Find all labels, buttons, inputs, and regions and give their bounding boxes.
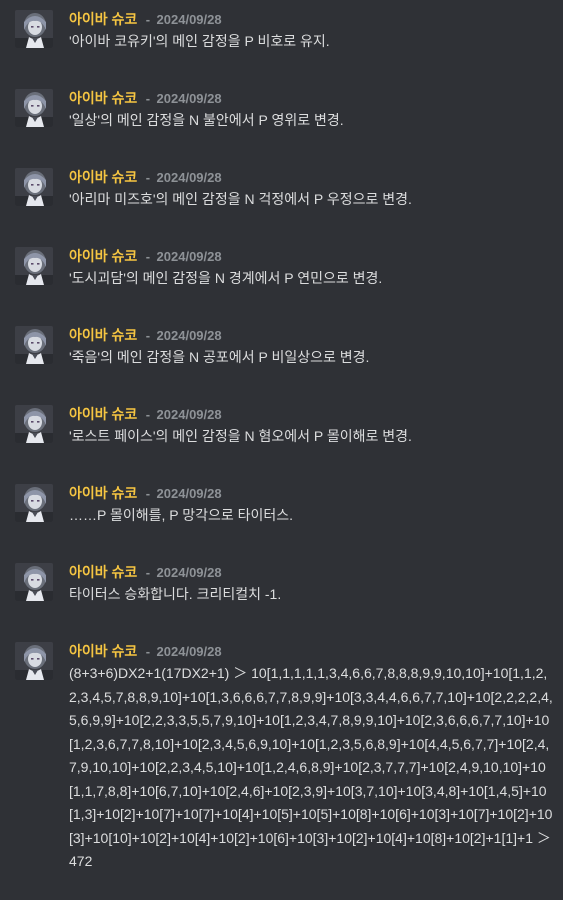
header-separator: -: [145, 565, 151, 580]
header-separator: -: [145, 486, 151, 501]
message-content: '아이바 코유키'의 메인 감정을 P 비호로 유지.: [69, 33, 330, 49]
message-timestamp: 2024/09/28: [156, 644, 222, 659]
message-content: 타이터스 승화합니다. 크리티컬치 -1.: [69, 586, 282, 602]
header-separator: -: [145, 328, 151, 343]
author-name[interactable]: 아이바 슈코: [69, 327, 137, 343]
chat-message: 아이바 슈코 - 2024/09/28 (8+3+6)DX2+1(17DX2+1…: [0, 640, 563, 874]
chat-message: 아이바 슈코 - 2024/09/28 '아이바 코유키'의 메인 감정을 P …: [0, 8, 563, 87]
chat-message: 아이바 슈코 - 2024/09/28 '죽음'의 메인 감정을 N 공포에서 …: [0, 324, 563, 403]
message-content: '도시괴담'의 메인 감정을 N 경계에서 P 연민으로 변경.: [69, 270, 383, 286]
message-header: 아이바 슈코 - 2024/09/28: [69, 87, 555, 109]
chat-message: 아이바 슈코 - 2024/09/28 ……P 몰이해를, P 망각으로 타이터…: [0, 482, 563, 561]
character-portrait-icon[interactable]: [15, 168, 53, 206]
author-name[interactable]: 아이바 슈코: [69, 643, 137, 659]
character-portrait-icon[interactable]: [15, 89, 53, 127]
chat-message: 아이바 슈코 - 2024/09/28 타이터스 승화합니다. 크리티컬치 -1…: [0, 561, 563, 640]
message-timestamp: 2024/09/28: [156, 565, 222, 580]
message-timestamp: 2024/09/28: [156, 486, 222, 501]
author-name[interactable]: 아이바 슈코: [69, 90, 137, 106]
character-portrait-icon[interactable]: [15, 563, 53, 601]
chat-message: 아이바 슈코 - 2024/09/28 '일상'의 메인 감정을 N 불안에서 …: [0, 87, 563, 166]
message-content: ……P 몰이해를, P 망각으로 타이터스.: [69, 507, 294, 523]
message-header: 아이바 슈코 - 2024/09/28: [69, 8, 555, 30]
header-separator: -: [145, 91, 151, 106]
message-content: '로스트 페이스'의 메인 감정을 N 혐오에서 P 몰이해로 변경.: [69, 428, 412, 444]
character-portrait-icon[interactable]: [15, 484, 53, 522]
message-header: 아이바 슈코 - 2024/09/28: [69, 640, 555, 662]
chat-message: 아이바 슈코 - 2024/09/28 '로스트 페이스'의 메인 감정을 N …: [0, 403, 563, 482]
header-separator: -: [145, 644, 151, 659]
author-name[interactable]: 아이바 슈코: [69, 564, 137, 580]
chat-log: 아이바 슈코 - 2024/09/28 '아이바 코유키'의 메인 감정을 P …: [0, 0, 563, 900]
character-portrait-icon[interactable]: [15, 10, 53, 48]
header-separator: -: [145, 249, 151, 264]
author-name[interactable]: 아이바 슈코: [69, 11, 137, 27]
message-header: 아이바 슈코 - 2024/09/28: [69, 561, 555, 583]
message-timestamp: 2024/09/28: [156, 170, 222, 185]
message-timestamp: 2024/09/28: [156, 328, 222, 343]
message-content: '죽음'의 메인 감정을 N 공포에서 P 비일상으로 변경.: [69, 349, 370, 365]
author-name[interactable]: 아이바 슈코: [69, 406, 137, 422]
author-name[interactable]: 아이바 슈코: [69, 169, 137, 185]
message-timestamp: 2024/09/28: [156, 407, 222, 422]
message-timestamp: 2024/09/28: [156, 91, 222, 106]
header-separator: -: [145, 170, 151, 185]
message-header: 아이바 슈코 - 2024/09/28: [69, 324, 555, 346]
header-separator: -: [145, 12, 151, 27]
message-content: '일상'의 메인 감정을 N 불안에서 P 영위로 변경.: [69, 112, 344, 128]
message-timestamp: 2024/09/28: [156, 12, 222, 27]
character-portrait-icon[interactable]: [15, 247, 53, 285]
character-portrait-icon[interactable]: [15, 326, 53, 364]
header-separator: -: [145, 407, 151, 422]
message-header: 아이바 슈코 - 2024/09/28: [69, 166, 555, 188]
author-name[interactable]: 아이바 슈코: [69, 248, 137, 264]
message-header: 아이바 슈코 - 2024/09/28: [69, 482, 555, 504]
message-header: 아이바 슈코 - 2024/09/28: [69, 403, 555, 425]
character-portrait-icon[interactable]: [15, 405, 53, 443]
chat-message: 아이바 슈코 - 2024/09/28 '도시괴담'의 메인 감정을 N 경계에…: [0, 245, 563, 324]
character-portrait-icon[interactable]: [15, 642, 53, 680]
message-header: 아이바 슈코 - 2024/09/28: [69, 245, 555, 267]
message-timestamp: 2024/09/28: [156, 249, 222, 264]
message-content: '아리마 미즈호'의 메인 감정을 N 걱정에서 P 우정으로 변경.: [69, 191, 412, 207]
message-content: (8+3+6)DX2+1(17DX2+1) ＞ 10[1,1,1,1,1,3,4…: [69, 665, 555, 869]
author-name[interactable]: 아이바 슈코: [69, 485, 137, 501]
chat-message: 아이바 슈코 - 2024/09/28 '아리마 미즈호'의 메인 감정을 N …: [0, 166, 563, 245]
